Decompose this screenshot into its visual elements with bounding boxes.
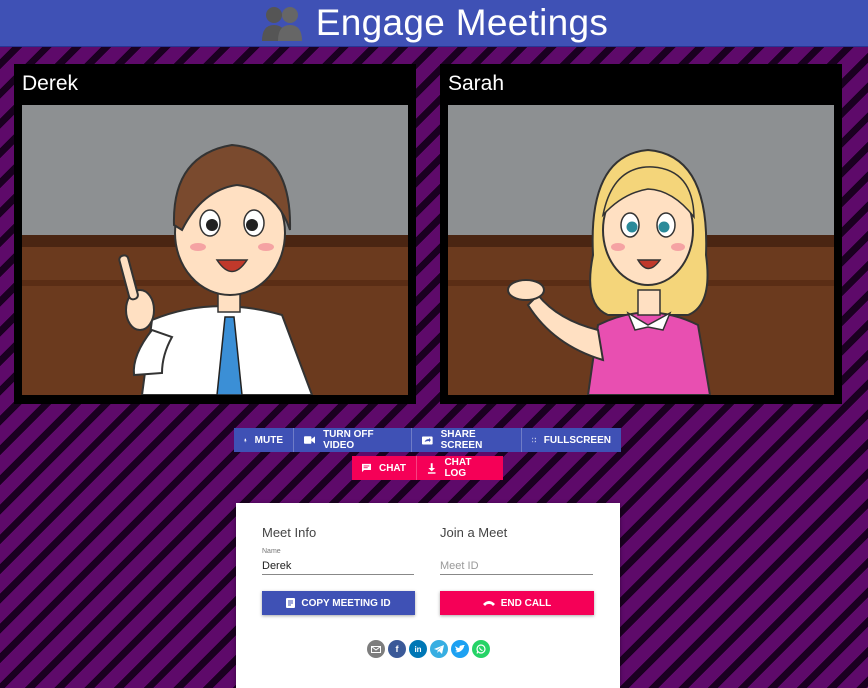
two-people-icon [261, 7, 302, 41]
microphone-icon [244, 438, 247, 442]
chat-icon [362, 463, 371, 473]
video-label: TURN OFF VIDEO [323, 429, 374, 451]
share-links: f in [367, 640, 493, 658]
fullscreen-icon [532, 437, 536, 443]
end-call-label: END CALL [500, 597, 552, 609]
cartoon-woman-image [448, 105, 834, 395]
screen-share-icon [422, 436, 433, 444]
chat-button[interactable]: CHAT [352, 456, 417, 480]
video-feed [22, 105, 408, 395]
videocam-icon [304, 436, 316, 444]
hang-up-icon [482, 601, 495, 606]
meet-id-field[interactable] [440, 560, 593, 575]
name-field[interactable] [262, 560, 414, 575]
video-feed [448, 105, 834, 395]
app-title: Engage Meetings [315, 2, 609, 43]
video-tile-sarah: Sarah [440, 64, 842, 404]
mute-label: MUTE [254, 434, 283, 446]
share-screen-button[interactable]: SHARE SCREEN [412, 428, 522, 452]
participant-name: Derek [22, 72, 79, 95]
whatsapp-icon[interactable] [472, 640, 490, 658]
copy-meeting-id-button[interactable]: COPY MEETING ID [262, 591, 415, 615]
participant-name: Sarah [448, 72, 505, 95]
turn-off-video-button[interactable]: TURN OFF VIDEO [294, 428, 412, 452]
chat-label: CHAT [378, 462, 406, 474]
name-field-label: Name [262, 548, 281, 555]
media-controls: MUTE TURN OFF VIDEO SHARE SCREEN FULLSCR… [234, 428, 621, 452]
cartoon-man-image [22, 105, 408, 395]
share-label: SHARE SCREEN [440, 429, 483, 451]
download-icon [427, 462, 436, 474]
video-tile-derek: Derek [14, 64, 416, 404]
facebook-icon[interactable]: f [388, 640, 406, 658]
chat-log-button[interactable]: CHAT LOG [417, 456, 503, 480]
email-icon[interactable] [367, 640, 385, 658]
fullscreen-label: FULLSCREEN [543, 434, 611, 446]
mute-button[interactable]: MUTE [234, 428, 294, 452]
document-icon [286, 598, 296, 608]
app-header: Engage Meetings [0, 0, 868, 47]
join-meet-heading: Join a Meet [440, 525, 508, 540]
meeting-panel: Meet Info Name COPY MEETING ID Join a Me… [236, 503, 620, 688]
twitter-icon[interactable] [451, 640, 469, 658]
chat-controls: CHAT CHAT LOG [352, 456, 503, 480]
end-call-button[interactable]: END CALL [440, 591, 594, 615]
chatlog-label: CHAT LOG [444, 457, 472, 479]
telegram-icon[interactable] [430, 640, 448, 658]
linkedin-icon[interactable]: in [409, 640, 427, 658]
meet-info-heading: Meet Info [262, 525, 317, 540]
fullscreen-button[interactable]: FULLSCREEN [522, 428, 621, 452]
copy-label: COPY MEETING ID [301, 597, 391, 609]
